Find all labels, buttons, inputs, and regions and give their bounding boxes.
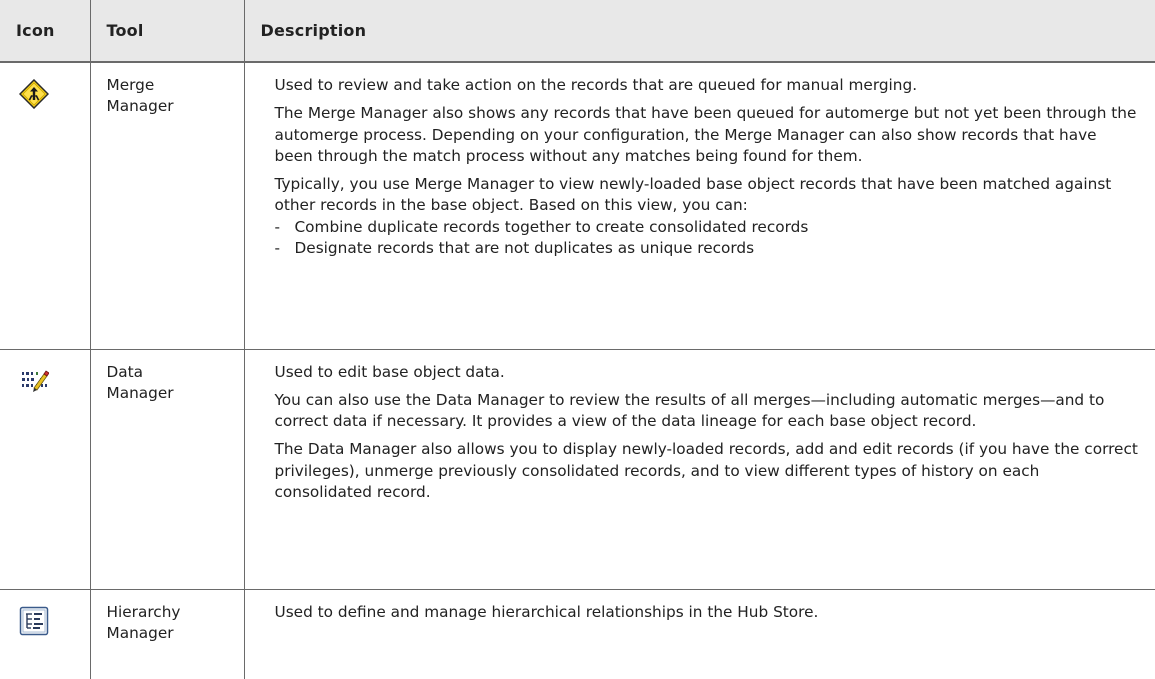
tool-name-line: Merge <box>106 76 155 94</box>
tool-name-line: Manager <box>106 623 174 642</box>
list-marker: - <box>274 239 281 258</box>
description-paragraph: Used to define and manage hierarchical r… <box>274 602 819 621</box>
description-list: - Combine duplicate records together to … <box>275 217 1140 260</box>
description-paragraph: Used to edit base object data. <box>274 362 505 381</box>
header-description: Description <box>244 0 1155 63</box>
tool-cell: Data Manager <box>90 349 245 590</box>
table-row-merge-manager: Merge Manager Used to review and take ac… <box>0 62 1155 350</box>
data-manager-icon <box>22 369 49 392</box>
icon-cell <box>0 62 91 350</box>
merge-manager-icon <box>19 79 49 109</box>
description-cell: Used to review and take action on the re… <box>244 62 1155 350</box>
header-icon: Icon <box>0 0 91 63</box>
list-item-text: Combine duplicate records together to cr… <box>294 217 809 236</box>
tool-name-line: Manager <box>106 383 174 402</box>
list-marker: - <box>274 217 281 236</box>
icon-cell <box>0 349 91 590</box>
list-item-text: Designate records that are not duplicate… <box>294 239 755 258</box>
table-row-data-manager: Data Manager Used to edit base object da… <box>0 349 1155 590</box>
tool-cell: Hierarchy Manager <box>90 589 245 679</box>
description-paragraph: The Data Manager also allows you to disp… <box>274 440 1138 501</box>
description-paragraph: Used to review and take action on the re… <box>274 76 918 94</box>
header-row: Icon Tool Description <box>0 0 1155 63</box>
tool-name-line: Data <box>106 362 144 381</box>
description-cell: Used to define and manage hierarchical r… <box>244 589 1155 679</box>
description-cell: Used to edit base object data. You can a… <box>244 349 1155 590</box>
hierarchy-manager-icon <box>19 606 49 635</box>
tool-name-line: Manager <box>106 97 174 116</box>
description-paragraph: Typically, you use Merge Manager to view… <box>274 175 1112 215</box>
header-tool: Tool <box>90 0 245 63</box>
description-paragraph: You can also use the Data Manager to rev… <box>274 390 1105 431</box>
table-row-hierarchy-manager: Hierarchy Manager Used to define and man… <box>0 589 1155 679</box>
tool-cell: Merge Manager <box>90 62 245 350</box>
icon-cell <box>0 589 91 679</box>
tool-name-line: Hierarchy <box>106 602 181 621</box>
list-item: - Combine duplicate records together to … <box>275 217 1140 238</box>
description-paragraph: The Merge Manager also shows any records… <box>274 104 1137 165</box>
list-item: - Designate records that are not duplica… <box>275 238 1140 259</box>
tools-table: Icon Tool Description Merge Manager Used… <box>0 0 1155 679</box>
